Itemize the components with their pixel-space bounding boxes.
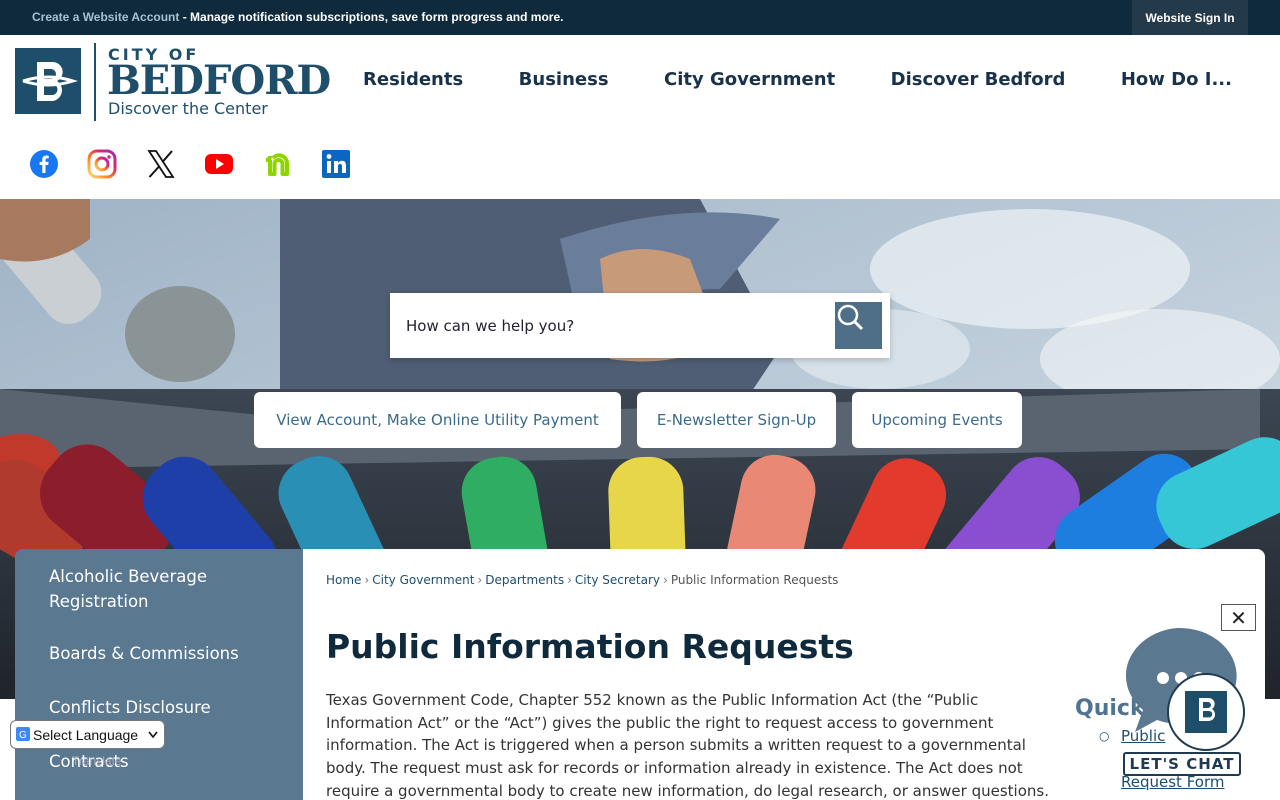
nav-city-government[interactable]: City Government: [664, 69, 835, 99]
translate-powered-by: Translate: [72, 754, 122, 768]
linkedin-icon[interactable]: [321, 148, 379, 180]
site-header: CITY OF BEDFORD Discover the Center Resi…: [0, 35, 1280, 199]
nav-discover-bedford[interactable]: Discover Bedford: [891, 69, 1066, 99]
nav-residents[interactable]: Residents: [363, 69, 463, 99]
logo-divider: [94, 43, 96, 121]
youtube-icon[interactable]: [204, 148, 262, 180]
chat-widget[interactable]: LET'S CHAT: [1115, 626, 1255, 786]
lets-chat-label[interactable]: LET'S CHAT: [1123, 752, 1241, 776]
logo-badge-icon: [15, 48, 81, 114]
quick-link-events[interactable]: Upcoming Events: [852, 392, 1022, 448]
site-search: How can we help you?: [390, 293, 890, 358]
breadcrumb-separator: ›: [567, 573, 572, 587]
logo-city-name: BEDFORD: [107, 57, 331, 104]
top-bar: Create a Website Account - Manage notifi…: [0, 0, 1280, 35]
quick-link-utility-payment[interactable]: View Account, Make Online Utility Paymen…: [254, 392, 621, 448]
breadcrumb: Home › City Government › Departments › City Se…: [326, 573, 838, 587]
city-logo[interactable]: CITY OF BEDFORD Discover the Center: [15, 43, 335, 123]
account-message-text: - Manage notification subscriptions, sav…: [179, 10, 564, 24]
svg-text:G: G: [19, 730, 27, 741]
website-sign-in-button[interactable]: Website Sign In: [1132, 0, 1248, 35]
breadcrumb-current: Public Information Requests: [670, 573, 839, 587]
create-account-link[interactable]: Create a Website Account: [32, 10, 179, 24]
quick-link-newsletter[interactable]: E-Newsletter Sign-Up: [637, 392, 836, 448]
chevron-down-icon: [148, 731, 158, 739]
breadcrumb-separator: ›: [663, 573, 668, 587]
list-bullet: ○: [1099, 729, 1110, 743]
sidebar-item-alcoholic-beverage[interactable]: Alcoholic Beverage Registration: [49, 564, 289, 614]
nav-business[interactable]: Business: [519, 69, 609, 99]
logo-tagline: Discover the Center: [108, 99, 268, 118]
search-button[interactable]: [835, 302, 882, 349]
instagram-icon[interactable]: [87, 148, 145, 180]
facebook-icon[interactable]: [29, 148, 87, 180]
x-icon[interactable]: [146, 148, 204, 180]
nav-how-do-i[interactable]: How Do I...: [1121, 69, 1232, 99]
breadcrumb-departments[interactable]: Departments: [485, 573, 564, 587]
sidebar-item-boards[interactable]: Boards & Commissions: [49, 641, 289, 666]
search-input[interactable]: How can we help you?: [406, 317, 574, 335]
breadcrumb-home[interactable]: Home: [326, 573, 361, 587]
breadcrumb-city-government[interactable]: City Government: [372, 573, 474, 587]
sidebar-item-conflicts[interactable]: Conflicts Disclosure: [49, 695, 289, 720]
language-select-label: Select Language: [33, 726, 139, 743]
search-icon: [837, 304, 864, 331]
social-links: [29, 148, 379, 180]
nextdoor-icon[interactable]: [263, 148, 321, 180]
google-translate-icon: G: [16, 727, 30, 741]
language-select[interactable]: G Select Language: [10, 720, 165, 749]
breadcrumb-separator: ›: [364, 573, 370, 587]
account-message: Create a Website Account - Manage notifi…: [32, 10, 563, 24]
breadcrumb-city-secretary[interactable]: City Secretary: [575, 573, 660, 587]
page-title: Public Information Requests: [326, 627, 854, 666]
main-nav: Residents Business City Government Disco…: [340, 69, 1270, 99]
sidebar-nav: Alcoholic Beverage Registration Boards &…: [15, 549, 303, 800]
page-body-text: Texas Government Code, Chapter 552 known…: [326, 691, 1049, 800]
chat-bubble-icon: [1125, 627, 1245, 751]
breadcrumb-separator: ›: [477, 573, 483, 587]
